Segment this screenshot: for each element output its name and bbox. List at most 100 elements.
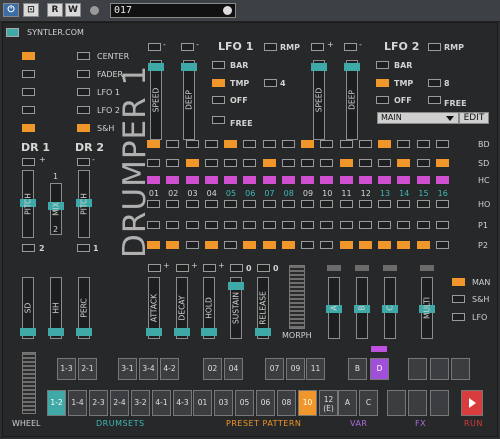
step-p1-4[interactable] <box>204 221 218 229</box>
dr2-range-led[interactable] <box>77 244 90 252</box>
lfo2-bar-led[interactable] <box>376 61 389 69</box>
compare-button[interactable]: ⊡ <box>23 3 39 17</box>
dr1-pitch-led[interactable] <box>22 158 35 166</box>
preset-field[interactable]: 017 <box>110 3 236 18</box>
fx-top-2[interactable] <box>430 358 449 380</box>
step-sd-11[interactable] <box>339 159 353 167</box>
hold-led[interactable] <box>203 264 216 272</box>
step-hc-12[interactable] <box>358 176 372 184</box>
decay-slider[interactable]: DECAY <box>174 277 190 339</box>
drumset-1-3[interactable]: 1-3 <box>57 358 76 380</box>
step-p2-7[interactable] <box>262 241 276 249</box>
step-p1-9[interactable] <box>301 221 314 229</box>
step-hc-9[interactable] <box>301 176 314 184</box>
drumset-1-4[interactable]: 1-4 <box>68 390 87 416</box>
step-p1-13[interactable] <box>378 221 391 229</box>
step-p1-5[interactable] <box>224 221 237 229</box>
lfo2-off-led[interactable] <box>376 96 389 104</box>
lfo1-tmp-led[interactable] <box>212 79 225 87</box>
step-p2-3[interactable] <box>185 241 199 249</box>
step-sd-10[interactable] <box>320 159 334 167</box>
step-bd-8[interactable] <box>281 140 295 148</box>
step-bd-6[interactable] <box>243 140 257 148</box>
release-slider[interactable]: RELEASE <box>255 277 271 339</box>
step-sd-4[interactable] <box>204 159 218 167</box>
step-sd-12[interactable] <box>358 159 372 167</box>
lfo1-speed-led[interactable] <box>148 43 161 51</box>
perc-send-slider[interactable]: PERC <box>76 277 92 339</box>
step-ho-10[interactable] <box>320 200 334 208</box>
step-hc-14[interactable] <box>397 176 411 184</box>
lfo2-target-select[interactable]: MAIN <box>377 112 459 124</box>
step-bd-7[interactable] <box>262 140 276 148</box>
step-p1-3[interactable] <box>185 221 199 229</box>
attack-led[interactable] <box>148 264 161 272</box>
sustain-slider[interactable]: SUSTAIN <box>228 277 244 339</box>
step-ho-16[interactable] <box>435 200 449 208</box>
step-p2-1[interactable] <box>147 241 160 249</box>
slider-thumb[interactable] <box>174 328 190 336</box>
step-bd-16[interactable] <box>435 140 449 148</box>
step-ho-14[interactable] <box>397 200 411 208</box>
lfo1-free-led[interactable] <box>212 116 225 124</box>
pattern-01[interactable]: 01 <box>193 390 212 416</box>
step-p1-7[interactable] <box>262 221 276 229</box>
lfo1-option-led[interactable] <box>77 88 90 96</box>
step-p2-5[interactable] <box>224 241 237 249</box>
fx-bottom-2[interactable] <box>408 390 427 416</box>
pattern-03[interactable]: 03 <box>214 390 233 416</box>
drumset-3-1[interactable]: 3-1 <box>118 358 137 380</box>
lfo2-deep-slider[interactable]: DEEP <box>344 60 360 140</box>
lfo2-free-led[interactable] <box>428 96 441 104</box>
drumset-2-1[interactable]: 2-1 <box>78 358 97 380</box>
step-p1-15[interactable] <box>416 221 430 229</box>
release-led[interactable] <box>257 264 270 272</box>
lfo2-tmp-led[interactable] <box>376 79 389 87</box>
step-ho-11[interactable] <box>339 200 353 208</box>
edit-button[interactable]: EDIT <box>459 112 489 124</box>
step-p2-15[interactable] <box>416 241 430 249</box>
step-ho-15[interactable] <box>416 200 430 208</box>
slider-thumb[interactable] <box>48 328 64 336</box>
pattern-09[interactable]: 09 <box>286 358 305 380</box>
step-sd-9[interactable] <box>301 159 314 167</box>
step-p2-12[interactable] <box>358 241 372 249</box>
step-p2-16[interactable] <box>435 241 449 249</box>
fx-multi-slider[interactable]: MULTI <box>419 277 435 339</box>
lfo2-rmp-led[interactable] <box>428 43 441 51</box>
fx-b-slider[interactable]: B <box>354 277 370 339</box>
step-hc-2[interactable] <box>166 176 180 184</box>
step-sd-7[interactable] <box>262 159 276 167</box>
fx-a-slider[interactable]: A <box>326 277 342 339</box>
pattern-07[interactable]: 07 <box>265 358 284 380</box>
step-p2-11[interactable] <box>339 241 353 249</box>
mod-man-led[interactable] <box>452 278 465 286</box>
step-p2-10[interactable] <box>320 241 334 249</box>
step-hc-5[interactable] <box>224 176 237 184</box>
step-p1-12[interactable] <box>358 221 372 229</box>
lfo1-left-led[interactable] <box>22 88 35 96</box>
pattern-08[interactable]: 08 <box>277 390 296 416</box>
step-p2-4[interactable] <box>204 241 218 249</box>
step-p2-2[interactable] <box>166 241 180 249</box>
pattern-12E[interactable]: 12 (E) <box>319 390 338 416</box>
pattern-11[interactable]: 11 <box>306 358 325 380</box>
step-p1-6[interactable] <box>243 221 257 229</box>
step-sd-6[interactable] <box>243 159 257 167</box>
step-sd-2[interactable] <box>166 159 180 167</box>
step-hc-3[interactable] <box>185 176 199 184</box>
var-c[interactable]: C <box>359 390 378 416</box>
step-ho-13[interactable] <box>378 200 391 208</box>
lfo2-rate-led[interactable] <box>428 79 441 87</box>
drumset-4-2[interactable]: 4-2 <box>160 358 179 380</box>
mod-lfo-led[interactable] <box>452 313 465 321</box>
fader-left-led[interactable] <box>22 70 35 78</box>
mod-sh-led[interactable] <box>452 295 465 303</box>
slider-thumb[interactable] <box>311 63 327 71</box>
step-p2-13[interactable] <box>378 241 391 249</box>
sh-left-led[interactable] <box>22 124 35 132</box>
fader-option-led[interactable] <box>77 70 90 78</box>
drumset-4-3[interactable]: 4-3 <box>173 390 192 416</box>
step-sd-15[interactable] <box>416 159 430 167</box>
step-sd-1[interactable] <box>147 159 160 167</box>
